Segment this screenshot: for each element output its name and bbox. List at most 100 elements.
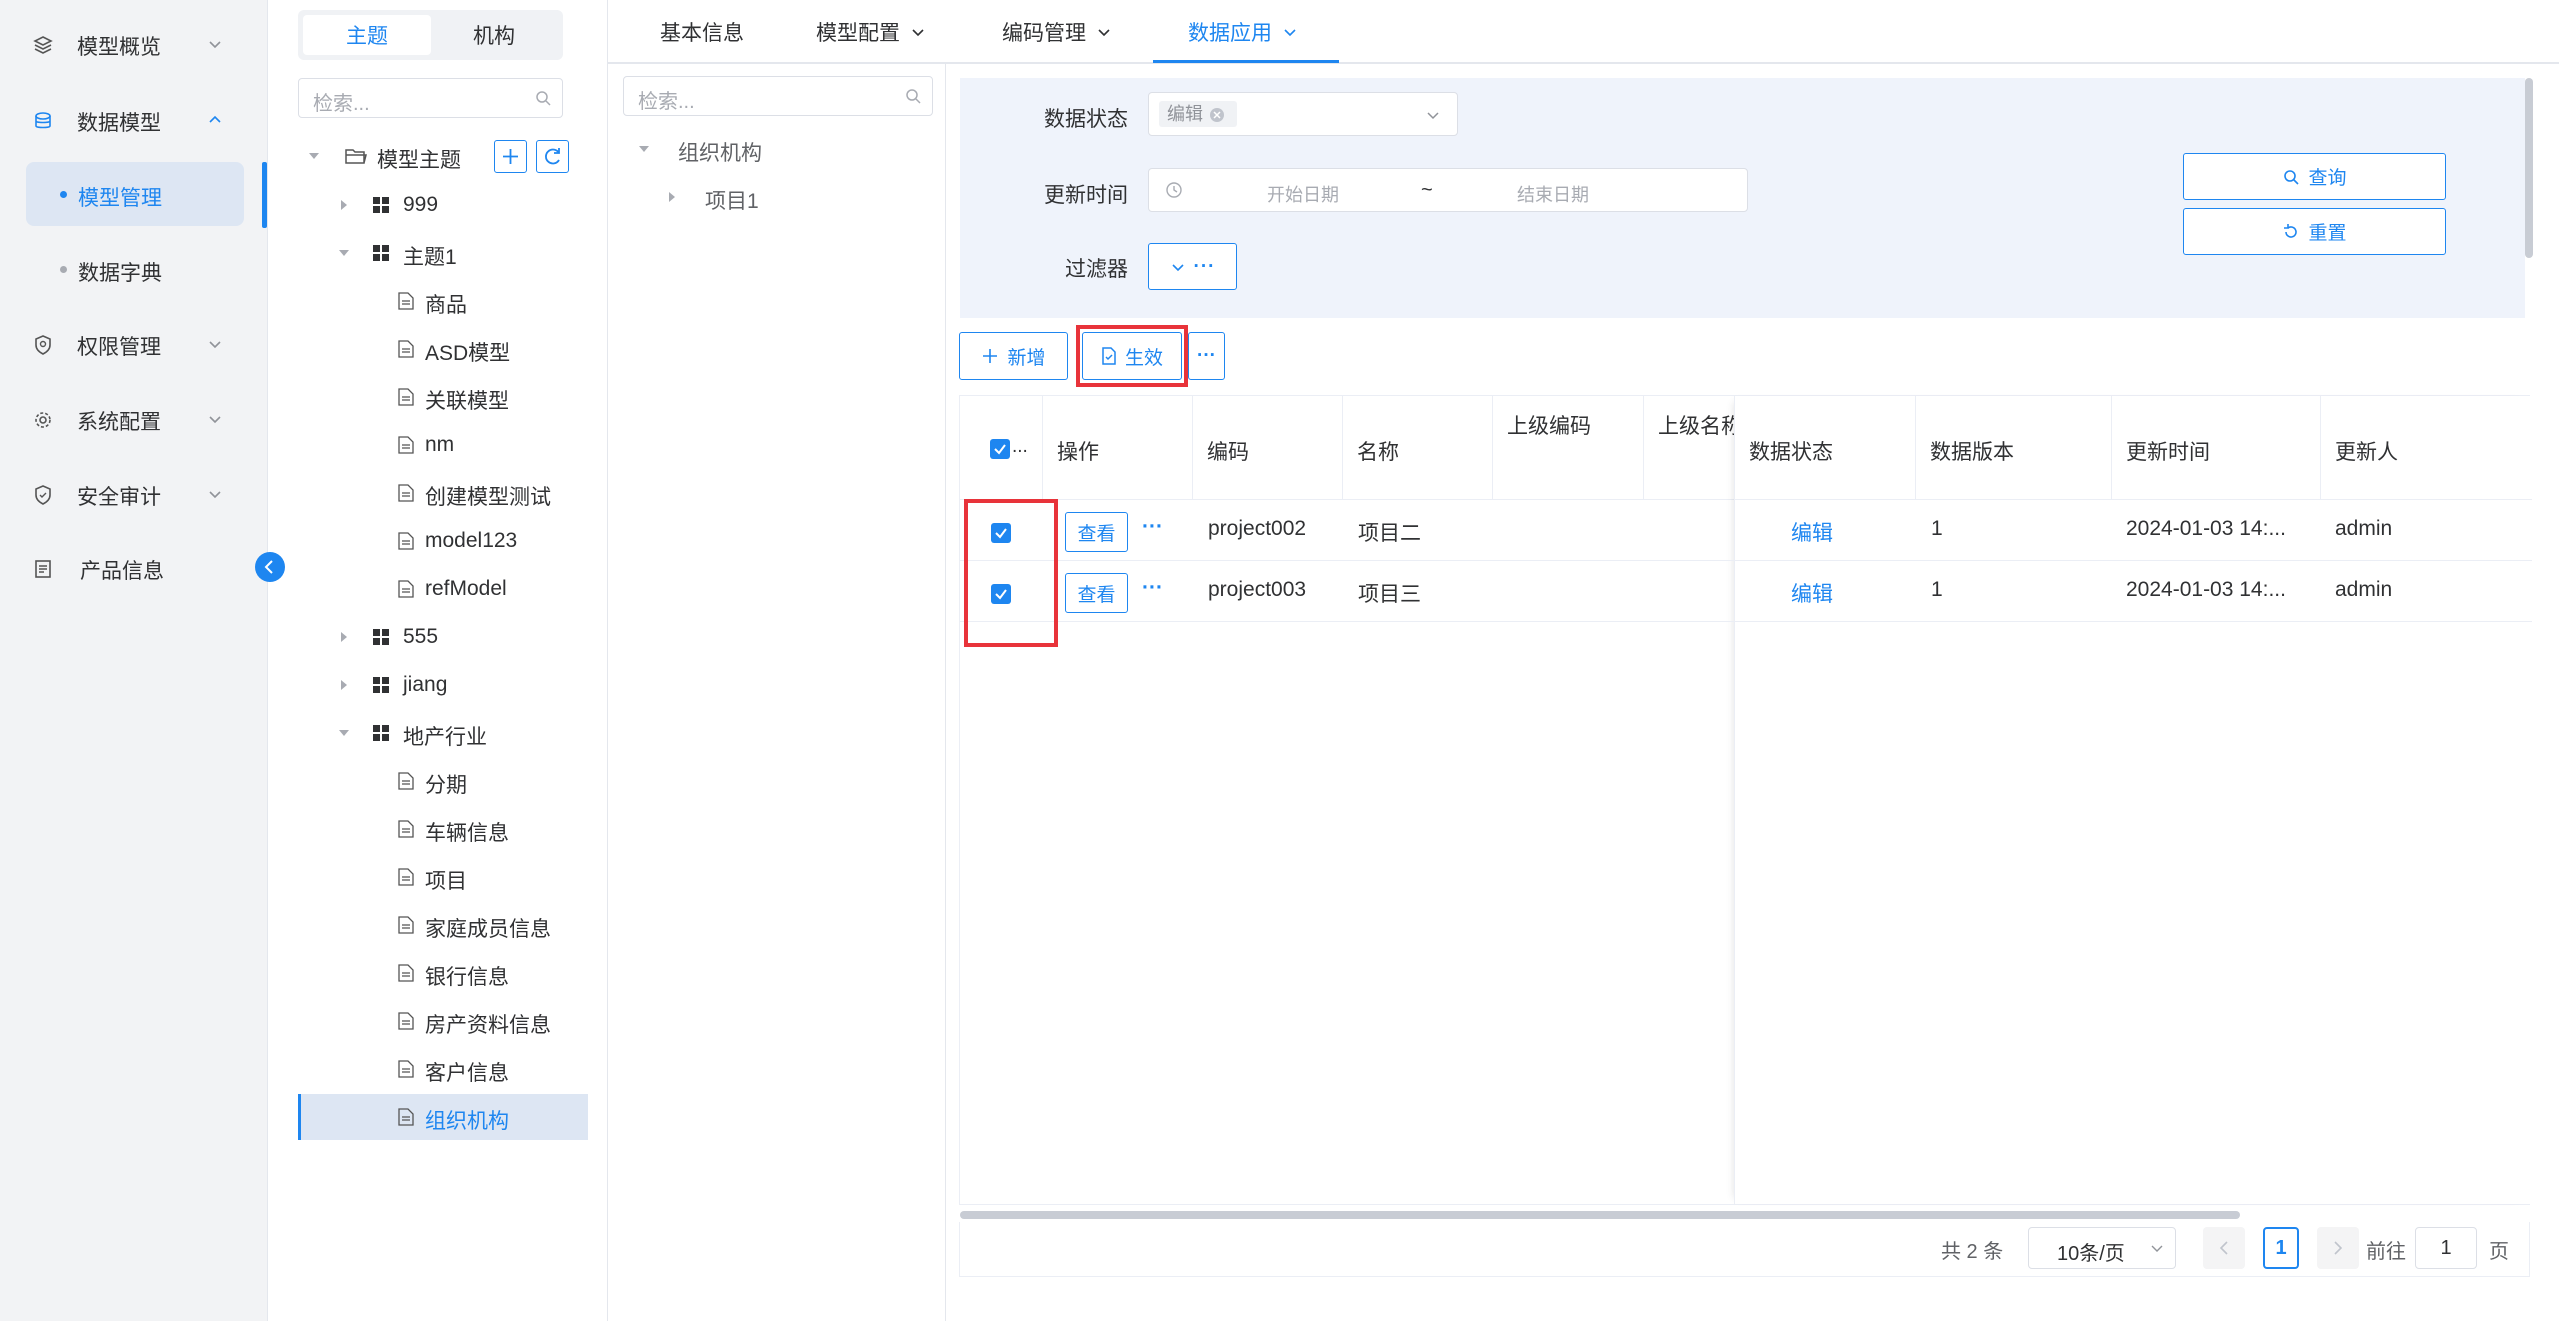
tree-node-leaf[interactable]: nm — [298, 422, 588, 468]
tree-node-leaf[interactable]: 客户信息 — [298, 1046, 588, 1092]
close-icon[interactable] — [1209, 107, 1225, 123]
select-all-checkbox[interactable] — [990, 439, 1010, 459]
tree-node[interactable]: 主题1 — [338, 230, 608, 276]
tree-node-label: 组织机构 — [678, 142, 762, 165]
status-link[interactable]: 编辑 — [1791, 578, 1833, 608]
tree-node-leaf[interactable]: 车辆信息 — [298, 806, 588, 852]
page-number-current[interactable]: 1 — [2263, 1227, 2299, 1269]
ellipsis-icon: ··· — [1197, 345, 1216, 366]
caret-down-icon — [339, 250, 349, 256]
tree-node[interactable]: 地产行业 — [338, 710, 608, 756]
active-tab-underline — [1153, 60, 1339, 63]
grid-icon — [373, 197, 389, 213]
view-button[interactable]: 查看 — [1065, 573, 1128, 613]
fixed-right-columns: 数据状态 数据版本 更新时间 更新人 编辑 1 2024-01-03 14:..… — [1734, 396, 2532, 1204]
segment-tab-org[interactable]: 机构 — [430, 15, 558, 55]
reset-button-label: 重置 — [2308, 223, 2347, 244]
chevron-down-icon — [209, 341, 221, 349]
filter-label: 过滤器 — [1065, 258, 1128, 281]
org-tree-node-child[interactable]: 项目1 — [666, 174, 926, 220]
tab-label: 编码管理 — [1002, 22, 1086, 45]
next-page-button[interactable] — [2317, 1227, 2359, 1269]
tree-node[interactable]: 555 — [338, 614, 608, 660]
submenu-model-management[interactable]: 模型管理 — [26, 162, 244, 226]
tree-search-input[interactable]: 检索... — [298, 78, 563, 118]
menu-product-info[interactable]: 产品信息 — [0, 538, 268, 598]
tree-node-leaf[interactable]: 商品 — [298, 278, 588, 324]
tree-node-label: 模型主题 — [377, 149, 461, 172]
tree-node-leaf[interactable]: 家庭成员信息 — [298, 902, 588, 948]
caret-down-icon — [309, 153, 319, 159]
tree-node-leaf[interactable]: 银行信息 — [298, 950, 588, 996]
tree-node-label: 主题1 — [403, 246, 457, 269]
header-cell: 操作 — [1043, 396, 1193, 500]
submenu-label: 数据字典 — [78, 262, 162, 285]
segment-tab-theme[interactable]: 主题 — [303, 15, 431, 55]
filter-scrollbar[interactable] — [2525, 78, 2533, 258]
query-button[interactable]: 查询 — [2183, 153, 2446, 200]
tree-node-label: 车辆信息 — [425, 822, 509, 845]
collapse-sidebar-button[interactable] — [255, 552, 285, 582]
row-more-button[interactable]: ··· — [1142, 576, 1163, 600]
tree-node-leaf[interactable]: refModel — [298, 566, 588, 612]
page-size-select[interactable]: 10条/页 — [2028, 1227, 2176, 1269]
tree-node[interactable]: jiang — [338, 662, 608, 708]
chevron-down-icon — [1098, 29, 1110, 37]
document-icon — [398, 916, 414, 934]
chevron-down-icon — [1427, 112, 1439, 120]
menu-model-overview[interactable]: 模型概览 — [0, 14, 268, 74]
tree-node-leaf[interactable]: 关联模型 — [298, 374, 588, 420]
bullet-dot — [60, 191, 67, 198]
tree-node-leaf[interactable]: 房产资料信息 — [298, 998, 588, 1044]
tab-code-management[interactable]: 编码管理 — [1002, 0, 1114, 64]
tab-model-config[interactable]: 模型配置 — [816, 0, 928, 64]
menu-data-model[interactable]: 数据模型 — [0, 90, 268, 150]
table-horizontal-scrollbar[interactable] — [960, 1211, 2240, 1219]
tree-node-leaf[interactable]: 组织机构 — [298, 1094, 588, 1140]
row-more-button[interactable]: ··· — [1142, 515, 1163, 539]
tree-node-leaf[interactable]: 创建模型测试 — [298, 470, 588, 516]
document-icon — [398, 580, 414, 598]
tree-node-leaf[interactable]: 项目 — [298, 854, 588, 900]
tree-node-label: 地产行业 — [403, 726, 487, 749]
date-range-picker[interactable]: 开始日期 ~ 结束日期 — [1148, 168, 1748, 212]
add-theme-button[interactable] — [494, 140, 527, 173]
code-cell: project002 — [1208, 517, 1307, 540]
highlight-box-checkboxes — [964, 499, 1058, 647]
submenu-data-dictionary[interactable]: 数据字典 — [26, 237, 244, 301]
add-button[interactable]: 新增 — [959, 332, 1068, 380]
menu-label: 系统配置 — [77, 411, 161, 434]
org-tree-node-root[interactable]: 组织机构 — [638, 126, 928, 172]
document-icon — [398, 292, 414, 310]
search-placeholder: 检索... — [638, 91, 695, 113]
chevron-up-icon — [209, 115, 221, 123]
menu-permission[interactable]: 权限管理 — [0, 314, 268, 374]
menu-security-audit[interactable]: 安全审计 — [0, 464, 268, 524]
more-actions-button[interactable]: ··· — [1188, 332, 1225, 380]
status-select[interactable]: 编辑 — [1148, 92, 1458, 136]
tab-bar: 基本信息 模型配置 编码管理 数据应用 — [608, 0, 2559, 64]
view-button[interactable]: 查看 — [1065, 512, 1128, 552]
status-tag-text: 编辑 — [1167, 104, 1203, 124]
status-link[interactable]: 编辑 — [1791, 517, 1833, 547]
document-icon — [398, 1012, 414, 1030]
org-search-input[interactable]: 检索... — [623, 76, 933, 116]
reset-button[interactable]: 重置 — [2183, 208, 2446, 255]
tree-node-leaf[interactable]: model123 — [298, 518, 588, 564]
prev-page-button[interactable] — [2203, 1227, 2245, 1269]
chevron-down-icon — [1171, 263, 1184, 271]
filter-dropdown-button[interactable]: ··· — [1148, 243, 1237, 290]
menu-system-config[interactable]: 系统配置 — [0, 389, 268, 449]
goto-page-input[interactable]: 1 — [2415, 1227, 2477, 1269]
plus-icon — [503, 149, 518, 164]
refresh-tree-button[interactable] — [536, 140, 569, 173]
chevron-down-icon — [1284, 29, 1296, 37]
tab-basic-info[interactable]: 基本信息 — [660, 0, 744, 64]
caret-down-icon — [339, 730, 349, 736]
tab-data-application[interactable]: 数据应用 — [1188, 0, 1300, 64]
tree-node-leaf[interactable]: ASD模型 — [298, 326, 588, 372]
tree-node[interactable]: 999 — [338, 182, 608, 228]
status-tag: 编辑 — [1159, 101, 1237, 127]
tree-node-leaf[interactable]: 分期 — [298, 758, 588, 804]
document-icon — [398, 532, 414, 550]
